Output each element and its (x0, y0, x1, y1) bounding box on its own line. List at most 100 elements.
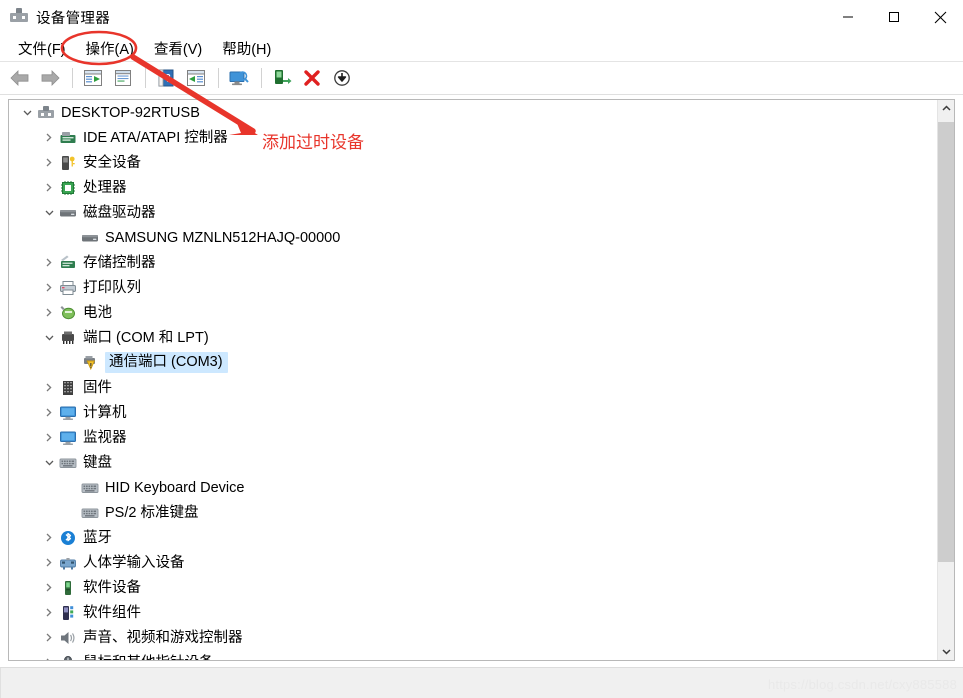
chevron-up-icon (942, 105, 951, 112)
minimize-icon (842, 11, 854, 23)
tree-row-label: 存储控制器 (83, 254, 156, 272)
disk-drive-icon (59, 204, 77, 222)
chevron-right-icon[interactable] (41, 600, 57, 625)
tree-row[interactable]: IDE ATA/ATAPI 控制器 (9, 125, 938, 150)
tree-row[interactable]: 端口 (COM 和 LPT) (9, 325, 938, 350)
tree-row[interactable]: 软件组件 (9, 600, 938, 625)
tree-row[interactable]: 处理器 (9, 175, 938, 200)
tree-row[interactable]: 声音、视频和游戏控制器 (9, 625, 938, 650)
chevron-down-icon[interactable] (41, 325, 57, 350)
tree-row-label: 声音、视频和游戏控制器 (83, 629, 243, 647)
tree-row-icon (57, 153, 79, 173)
menu-view[interactable]: 查看(V) (144, 36, 212, 61)
chevron-down-icon[interactable] (41, 200, 57, 225)
tree-row[interactable]: DESKTOP-92RTUSB (9, 100, 938, 125)
tree-row-icon (57, 253, 79, 273)
tree-row-label-box: 磁盘驱动器 (83, 204, 156, 222)
show-hide-console-tree-button[interactable] (79, 65, 107, 91)
back-button[interactable] (6, 65, 34, 91)
tree-row[interactable]: 键盘 (9, 450, 938, 475)
tree-row[interactable]: 磁盘驱动器 (9, 200, 938, 225)
monitor-icon (59, 429, 77, 447)
tree-row[interactable]: 存储控制器 (9, 250, 938, 275)
toolbar-separator (261, 68, 262, 88)
tree-row[interactable]: 人体学输入设备 (9, 550, 938, 575)
tree-row[interactable]: 电池 (9, 300, 938, 325)
disable-device-button[interactable] (328, 65, 356, 91)
computer-icon (37, 104, 55, 122)
menu-action[interactable]: 操作(A) (76, 36, 144, 61)
tree-row[interactable]: 安全设备 (9, 150, 938, 175)
chevron-right-icon[interactable] (41, 550, 57, 575)
tree-row[interactable]: PS/2 标准键盘 (9, 500, 938, 525)
tree-row-label-box: IDE ATA/ATAPI 控制器 (83, 129, 228, 147)
menu-file[interactable]: 文件(F) (8, 36, 76, 61)
chevron-right-icon[interactable] (41, 175, 57, 200)
chevron-right-icon[interactable] (41, 300, 57, 325)
storage-controller-icon (59, 254, 77, 272)
monitor-scan-icon (228, 69, 250, 87)
chevron-right-icon[interactable] (41, 125, 57, 150)
properties-button[interactable] (109, 65, 137, 91)
chevron-down-icon[interactable] (19, 100, 35, 125)
update-driver-button[interactable] (268, 65, 296, 91)
keyboard-icon (81, 479, 99, 497)
scan-hardware-changes-button[interactable] (225, 65, 253, 91)
vertical-scrollbar[interactable] (937, 100, 954, 660)
tree-row-label: DESKTOP-92RTUSB (61, 104, 200, 122)
scroll-down-button[interactable] (938, 643, 955, 660)
tree-row-icon (57, 278, 79, 298)
tree-row[interactable]: 蓝牙 (9, 525, 938, 550)
tree-row[interactable]: 打印队列 (9, 275, 938, 300)
tree-row[interactable]: 监视器 (9, 425, 938, 450)
chevron-right-icon[interactable] (41, 525, 57, 550)
minimize-button[interactable] (825, 0, 871, 34)
monitor-icon (59, 404, 77, 422)
tree-row-icon (57, 628, 79, 648)
tree-row-label-box: 通信端口 (COM3) (105, 352, 228, 373)
chevron-right-icon[interactable] (41, 250, 57, 275)
tree-row[interactable]: 通信端口 (COM3) (9, 350, 938, 375)
forward-button[interactable] (36, 65, 64, 91)
tree-row-icon (57, 653, 79, 661)
chevron-right-icon[interactable] (41, 375, 57, 400)
tree-row-label: 端口 (COM 和 LPT) (83, 329, 209, 347)
menu-bar: 文件(F) 操作(A) 查看(V) 帮助(H) (0, 34, 963, 62)
device-tree[interactable]: DESKTOP-92RTUSB IDE ATA/ATAPI 控制器安全设备处理器磁… (9, 100, 938, 660)
properties-icon (113, 69, 133, 87)
chevron-right-icon[interactable] (41, 275, 57, 300)
tree-row[interactable]: HID Keyboard Device (9, 475, 938, 500)
maximize-button[interactable] (871, 0, 917, 34)
tree-row[interactable]: SAMSUNG MZNLN512HAJQ-00000 (9, 225, 938, 250)
tree-row-icon (57, 553, 79, 573)
help-button[interactable]: ? (152, 65, 180, 91)
tree-row[interactable]: 计算机 (9, 400, 938, 425)
tree-row-label-box: 打印队列 (83, 279, 141, 297)
chevron-right-icon[interactable] (41, 425, 57, 450)
tree-row-icon (79, 353, 101, 373)
tree-row-label-box: 计算机 (83, 404, 127, 422)
close-button[interactable] (917, 0, 963, 34)
chevron-right-icon[interactable] (41, 150, 57, 175)
chevron-right-icon[interactable] (41, 625, 57, 650)
chevron-right-icon[interactable] (41, 400, 57, 425)
ide-controller-icon (59, 129, 77, 147)
chevron-right-icon[interactable] (41, 650, 57, 660)
chevron-down-icon[interactable] (41, 450, 57, 475)
menu-help[interactable]: 帮助(H) (212, 36, 281, 61)
tree-row[interactable]: 固件 (9, 375, 938, 400)
tree-row-label-box: 软件设备 (83, 579, 141, 597)
update-driver-icon (272, 69, 292, 87)
scroll-up-button[interactable] (938, 100, 955, 117)
tree-row-label: 监视器 (83, 429, 127, 447)
scrollbar-thumb[interactable] (938, 122, 955, 562)
uninstall-device-button[interactable] (298, 65, 326, 91)
tree-row[interactable]: 软件设备 (9, 575, 938, 600)
chevron-right-icon[interactable] (41, 575, 57, 600)
sound-icon (59, 629, 77, 647)
keyboard-icon (81, 504, 99, 522)
tree-row-label: 处理器 (83, 179, 127, 197)
tree-row[interactable]: 鼠标和其他指针设备 (9, 650, 938, 660)
annotation-text: 添加过时设备 (262, 128, 364, 153)
show-hide-action-pane-button[interactable] (182, 65, 210, 91)
